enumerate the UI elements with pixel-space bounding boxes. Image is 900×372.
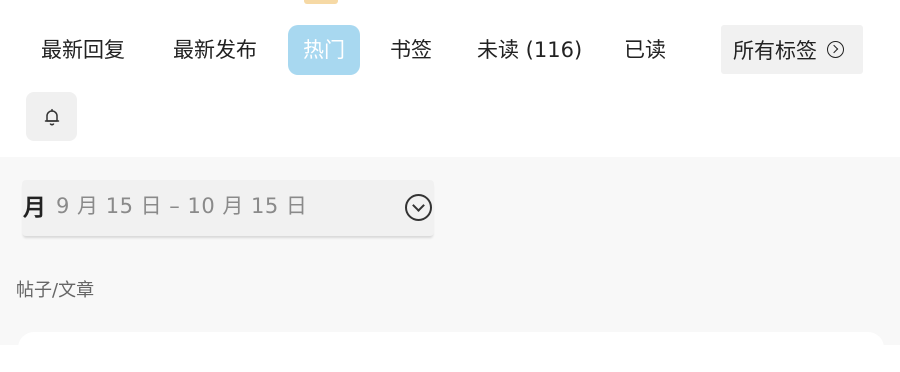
tab-bookmarks[interactable]: 书签 (390, 25, 432, 75)
top-accent-bar (304, 0, 338, 4)
all-tags-button[interactable]: 所有标签 (721, 25, 863, 74)
section-label: 帖子/文章 (16, 280, 95, 301)
tab-read[interactable]: 已读 (624, 25, 666, 75)
date-range-label: 9 月 15 日 – 10 月 15 日 (56, 194, 308, 218)
tab-hot[interactable]: 热门 (288, 25, 360, 75)
tab-latest-posts[interactable]: 最新发布 (173, 25, 257, 75)
all-tags-label: 所有标签 (733, 38, 817, 63)
tab-latest-replies[interactable]: 最新回复 (41, 25, 125, 75)
period-label: 月 (23, 195, 46, 221)
chevron-down-circle-icon (405, 194, 432, 221)
notifications-button[interactable] (26, 92, 77, 141)
date-range-select[interactable]: 月 9 月 15 日 – 10 月 15 日 (22, 180, 434, 236)
bell-icon (44, 108, 59, 125)
chevron-right-circle-icon (827, 41, 844, 58)
tab-unread[interactable]: 未读 (116) (477, 25, 582, 75)
topic-list-card (18, 332, 884, 372)
